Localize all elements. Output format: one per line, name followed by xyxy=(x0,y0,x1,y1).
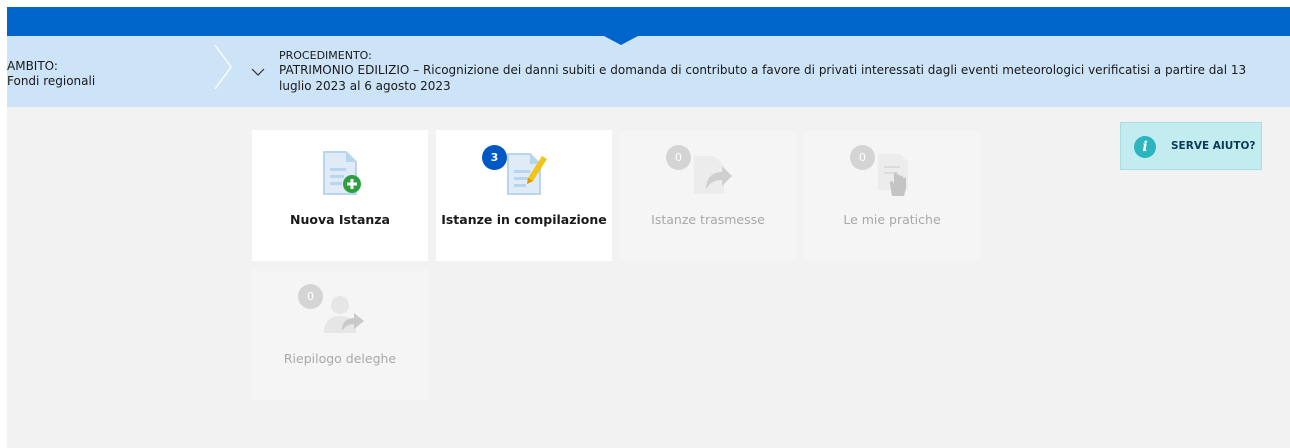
top-bar-notch xyxy=(604,36,638,45)
procedimento-value: PATRIMONIO EDILIZIO – Ricognizione dei d… xyxy=(279,63,1247,93)
tile-istanze-in-compilazione[interactable]: 3 Istanze in compilazione xyxy=(436,130,612,261)
tile-label: Nuova Istanza xyxy=(290,212,390,227)
new-document-icon xyxy=(323,151,361,195)
edit-document-icon xyxy=(507,153,547,195)
hand-document-icon xyxy=(878,154,908,196)
ambito-value: Fondi regionali xyxy=(7,74,96,88)
tile-label: Riepilogo deleghe xyxy=(283,351,397,366)
count-badge: 0 xyxy=(850,145,875,170)
tile-nuova-istanza[interactable]: Nuova Istanza xyxy=(252,130,428,261)
top-bar xyxy=(7,7,1290,36)
count-badge: 3 xyxy=(482,145,507,170)
tile-le-mie-pratiche: 0 Le mie pratiche xyxy=(804,130,980,261)
chevron-down-icon[interactable] xyxy=(251,68,265,77)
help-button-label: SERVE AIUTO? xyxy=(1171,140,1256,152)
tile-istanze-trasmesse: 0 Istanze trasmesse xyxy=(620,130,796,261)
breadcrumb-separator-icon xyxy=(214,44,232,90)
tile-label: Le mie pratiche xyxy=(843,212,941,227)
procedimento: PROCEDIMENTO: PATRIMONIO EDILIZIO – Rico… xyxy=(279,49,1269,94)
sent-document-icon xyxy=(694,156,732,194)
tile-riepilogo-deleghe: 0 Riepilogo deleghe xyxy=(252,269,428,400)
ambito: AMBITO: Fondi regionali xyxy=(7,59,95,89)
tile-label: Istanze in compilazione xyxy=(441,212,607,227)
tile-label: Istanze trasmesse xyxy=(651,212,765,227)
info-icon: i xyxy=(1134,136,1156,158)
help-button[interactable]: i SERVE AIUTO? xyxy=(1120,122,1262,170)
count-badge: 0 xyxy=(666,145,691,170)
dashboard-area: Nuova Istanza 3 Istanze in compilazione … xyxy=(7,107,1290,448)
ambito-label: AMBITO: xyxy=(7,59,58,73)
delegation-icon xyxy=(324,296,364,333)
context-bar: AMBITO: Fondi regionali PROCEDIMENTO: PA… xyxy=(7,36,1290,107)
left-margin xyxy=(0,0,7,448)
count-badge: 0 xyxy=(298,284,323,309)
procedimento-label: PROCEDIMENTO: xyxy=(279,49,372,62)
